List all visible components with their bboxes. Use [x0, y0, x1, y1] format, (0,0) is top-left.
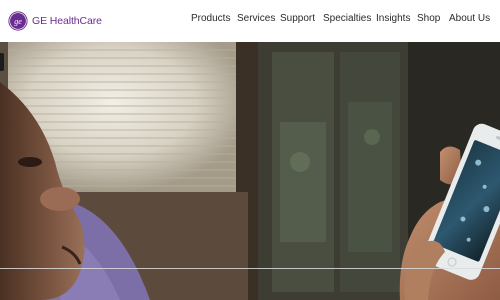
main-nav: Products Services Support Specialties In… [0, 0, 500, 42]
hero-video[interactable] [0, 42, 500, 300]
side-tab-handle[interactable] [0, 53, 4, 71]
site-header: ge GE HealthCare Products Services Suppo… [0, 0, 500, 42]
hero-image [0, 42, 500, 300]
nav-products[interactable]: Products [191, 13, 230, 25]
nav-shop[interactable]: Shop [417, 13, 440, 25]
video-progress-track[interactable] [0, 268, 500, 269]
nav-services[interactable]: Services [237, 13, 275, 25]
nav-specialties[interactable]: Specialties [323, 13, 371, 25]
nav-about-us[interactable]: About Us [449, 13, 490, 25]
nav-insights[interactable]: Insights [376, 13, 410, 25]
nav-support[interactable]: Support [280, 13, 315, 25]
